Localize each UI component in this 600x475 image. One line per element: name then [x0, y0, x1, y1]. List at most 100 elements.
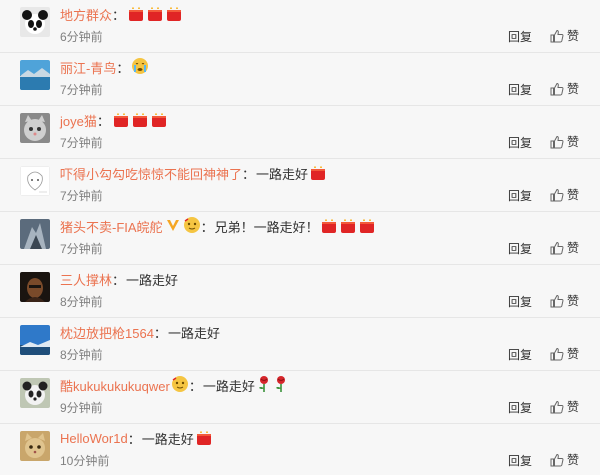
comment-row: HelloWor1d： 一路走好 10分钟前 回复 赞	[0, 424, 600, 475]
comment-row: 酷kukukukukuqwer ： 一路走好 9分钟前 回复 赞	[0, 371, 600, 424]
like-button[interactable]: 赞	[550, 345, 579, 362]
comment-time: 7分钟前	[60, 189, 103, 203]
like-label: 赞	[567, 135, 580, 149]
candle-emoji-icon	[358, 216, 376, 237]
username-link[interactable]: 吓得小勾勾吃惊惊不能回神神了	[60, 164, 242, 183]
comment-line: 枕边放把枪1564： 一路走好	[60, 323, 220, 341]
candle-emoji-icon	[339, 216, 357, 237]
thumbs-up-icon	[550, 400, 564, 413]
avatar[interactable]	[20, 113, 50, 143]
comment-row: 枕边放把枪1564： 一路走好 8分钟前 回复 赞	[0, 318, 600, 371]
emoji-icon	[183, 216, 201, 237]
comment-text: 一路走好	[202, 378, 255, 394]
candle-emoji-icon	[112, 110, 130, 131]
vip-badge-icon	[166, 218, 180, 235]
like-button[interactable]: 赞	[550, 398, 579, 415]
candle-emoji-icon	[309, 163, 327, 184]
reply-button[interactable]: 回复	[508, 187, 532, 204]
comment-time: 9分钟前	[60, 401, 103, 415]
reply-button[interactable]: 回复	[508, 346, 532, 363]
comment-time: 6分钟前	[60, 30, 103, 44]
like-button[interactable]: 赞	[550, 80, 579, 97]
comment-row: joye猫： 7分钟前 回复 赞	[0, 106, 600, 159]
like-label: 赞	[567, 294, 580, 308]
avatar[interactable]	[20, 7, 50, 37]
candle-emoji-icon	[320, 216, 338, 237]
username-link[interactable]: 枕边放把枪1564	[60, 323, 154, 342]
avatar[interactable]	[20, 272, 50, 302]
comment-row: 丽江-青鸟： 7分钟前 回复 赞	[0, 53, 600, 106]
reply-button[interactable]: 回复	[508, 452, 532, 469]
avatar[interactable]	[20, 166, 50, 196]
comment-text: 兄弟！一路走好！	[214, 219, 319, 235]
like-button[interactable]: 赞	[550, 27, 579, 44]
comment-row: 猪头不卖-FIA皖舵 ： 兄弟！一路走好！ 7分钟前 回复 赞	[0, 212, 600, 265]
reply-button[interactable]: 回复	[508, 81, 532, 98]
crying-emoji-icon	[131, 57, 149, 78]
avatar[interactable]	[20, 219, 50, 249]
username-link[interactable]: joye猫	[60, 111, 97, 130]
comment-row: 地方群众： 6分钟前 回复 赞	[0, 0, 600, 53]
candle-emoji-icon	[127, 4, 145, 25]
candle-emoji-icon	[131, 110, 149, 131]
like-button[interactable]: 赞	[550, 239, 579, 256]
thumbs-up-icon	[550, 29, 564, 42]
username-link[interactable]: 猪头不卖-FIA皖舵	[60, 217, 163, 236]
thumbs-up-icon	[550, 294, 564, 307]
reply-button[interactable]: 回复	[508, 28, 532, 45]
like-button[interactable]: 赞	[550, 451, 579, 468]
comment-line: joye猫：	[60, 111, 168, 129]
like-label: 赞	[567, 241, 580, 255]
comment-time: 7分钟前	[60, 136, 103, 150]
like-button[interactable]: 赞	[550, 133, 579, 150]
candle-emoji-icon	[150, 110, 168, 131]
username-link[interactable]: HelloWor1d	[60, 431, 128, 446]
comment-list: 地方群众： 6分钟前 回复 赞 丽江-青鸟： 7分钟前 回复 赞 joye猫 ：…	[0, 0, 600, 475]
thumbs-up-icon	[550, 241, 564, 254]
username-link[interactable]: 三人撑林	[60, 270, 112, 289]
candle-emoji-icon	[165, 4, 183, 25]
username-link[interactable]: 酷kukukukukuqwer	[60, 376, 170, 395]
thumbs-up-icon	[550, 453, 564, 466]
comment-time: 10分钟前	[60, 454, 110, 468]
comment-text: 一路走好	[126, 272, 179, 288]
comment-line: 吓得小勾勾吃惊惊不能回神神了： 一路走好	[60, 164, 327, 182]
reply-button[interactable]: 回复	[508, 399, 532, 416]
comment-time: 8分钟前	[60, 348, 103, 362]
candle-emoji-icon	[195, 428, 213, 449]
emoji-icon	[171, 375, 189, 396]
reply-button[interactable]: 回复	[508, 293, 532, 310]
thumbs-up-icon	[550, 82, 564, 95]
like-label: 赞	[567, 29, 580, 43]
like-button[interactable]: 赞	[550, 292, 579, 309]
thumbs-up-icon	[550, 347, 564, 360]
like-label: 赞	[567, 453, 580, 467]
comment-text: 一路走好	[141, 431, 194, 447]
username-link[interactable]: 丽江-青鸟	[60, 58, 116, 77]
reply-button[interactable]: 回复	[508, 240, 532, 257]
comment-line: 猪头不卖-FIA皖舵 ： 兄弟！一路走好！	[60, 216, 376, 237]
comment-time: 7分钟前	[60, 242, 103, 256]
comment-time: 7分钟前	[60, 83, 103, 97]
comment-row: 吓得小勾勾吃惊惊不能回神神了： 一路走好 7分钟前 回复 赞	[0, 159, 600, 212]
username-link[interactable]: 地方群众	[60, 5, 112, 24]
comment-line: 丽江-青鸟：	[60, 57, 149, 78]
comment-text: 一路走好	[256, 166, 309, 182]
avatar[interactable]	[20, 60, 50, 90]
comment-line: 地方群众：	[60, 5, 183, 23]
like-label: 赞	[567, 188, 580, 202]
rose-emoji-icon	[256, 375, 272, 396]
avatar[interactable]	[20, 378, 50, 408]
thumbs-up-icon	[550, 135, 564, 148]
rose-emoji-icon	[273, 375, 289, 396]
avatar[interactable]	[20, 431, 50, 461]
comment-row: 三人撑林： 一路走好 8分钟前 回复 赞	[0, 265, 600, 318]
like-button[interactable]: 赞	[550, 186, 579, 203]
comment-line: HelloWor1d： 一路走好	[60, 429, 213, 447]
comment-line: 酷kukukukukuqwer ： 一路走好	[60, 375, 289, 396]
like-label: 赞	[567, 82, 580, 96]
candle-emoji-icon	[146, 4, 164, 25]
avatar[interactable]	[20, 325, 50, 355]
reply-button[interactable]: 回复	[508, 134, 532, 151]
thumbs-up-icon	[550, 188, 564, 201]
